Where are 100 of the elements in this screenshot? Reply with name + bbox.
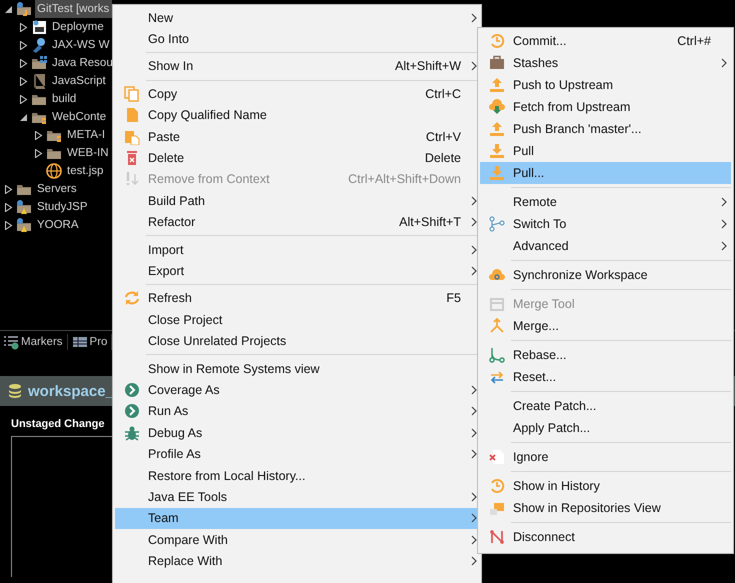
collapsed-arrow-icon[interactable] [18,58,28,68]
view-tab[interactable]: Markers [3,334,68,350]
database-icon [7,383,23,399]
menu-item[interactable]: Push Branch 'master'... [480,118,731,140]
menu-item[interactable]: Stashes [480,52,731,74]
shortcut: F5 [446,291,462,306]
menu-item[interactable]: Run As [115,400,481,422]
menu-item[interactable]: Push to Upstream [480,74,731,96]
collapsed-arrow-icon[interactable] [4,184,12,194]
descriptor-icon [31,19,47,35]
tree-item[interactable]: Java Resou [50,54,112,72]
tree-item[interactable]: Servers [35,180,112,198]
view-tab[interactable]: Pro [72,334,112,350]
upload-icon [488,121,504,137]
cloud-sync-icon [488,267,504,283]
menu-item[interactable]: Refresh F5 [115,288,481,310]
ignored-file-icon [488,449,504,465]
menu-item[interactable]: Java EE Tools [115,486,481,508]
menu-item[interactable]: Import [115,238,481,260]
history-icon [488,33,504,49]
bug-icon [124,424,140,441]
copy-icon [124,86,140,102]
list-icon [3,334,19,350]
menu-item[interactable]: Show in Repositories View [480,497,731,519]
menu-item[interactable]: Commit... Ctrl+# [480,30,731,52]
menu-item[interactable]: Debug As [115,422,481,444]
menu-item[interactable]: Paste Ctrl+V [115,126,481,148]
library-folder-icon [31,55,47,71]
collapsed-arrow-icon[interactable] [34,148,42,158]
menu-item[interactable]: Show in History [480,475,731,497]
menu-item[interactable]: Replace With [115,550,481,572]
collapsed-arrow-icon[interactable] [18,22,28,32]
menu-item[interactable]: Go Into [115,28,481,50]
menu-item[interactable]: Restore from Local History... [115,464,481,486]
menu-item[interactable]: Create Patch... [480,395,731,417]
history-icon [488,478,504,494]
menu-item[interactable]: Switch To [480,213,731,235]
collapsed-arrow-icon[interactable] [34,130,42,140]
disconnect-icon [488,529,504,545]
shortcut: Ctrl+Alt+Shift+Down [348,172,462,186]
shortcut: Ctrl+C [425,86,462,101]
upload-icon [488,77,504,93]
menu-item[interactable]: Coverage As [115,379,481,401]
tree-item[interactable]: test.jsp [65,162,112,180]
collapsed-arrow-icon[interactable] [18,76,28,86]
refresh-icon [124,290,140,306]
menu-item[interactable]: Synchronize Workspace [480,264,731,286]
menu-item[interactable]: Ignore [480,446,731,468]
repository-icon [488,500,504,516]
menu-item[interactable]: Pull... [480,162,731,184]
tree-item[interactable]: build [50,90,112,108]
collapsed-arrow-icon[interactable] [4,202,12,212]
menu-item[interactable]: Compare With [115,528,481,550]
menu-item[interactable]: Refactor Alt+Shift+T [115,212,481,233]
shortcut: Ctrl+# [677,34,712,48]
menu-item[interactable]: Merge... [480,315,731,337]
tree-item[interactable]: JavaScript [50,72,112,90]
menu-item[interactable]: Show In Alt+Shift+W [115,56,481,78]
menu-item[interactable]: Disconnect [480,526,731,548]
menu-item[interactable]: Advanced [480,235,731,257]
tree-item[interactable]: META-I [65,126,112,144]
briefcase-icon [488,55,504,71]
tree-item[interactable]: Deployme [50,18,112,36]
menu-item[interactable]: Export [115,260,481,282]
menu-item[interactable]: Close Unrelated Projects [115,330,481,352]
collapsed-arrow-icon[interactable] [18,40,28,50]
menu-item[interactable]: Apply Patch... [480,417,731,439]
tree-item[interactable]: GitTest [works [35,0,112,18]
window-icon [488,296,504,312]
expanded-arrow-icon[interactable] [18,112,28,122]
collapsed-arrow-icon[interactable] [4,220,12,230]
download-icon [488,143,504,159]
paste-icon [124,128,140,145]
menu-item[interactable]: Reset... [480,366,731,388]
branch-icon [488,216,504,232]
expanded-arrow-icon[interactable] [4,4,12,14]
cloud-download-icon [488,99,504,115]
tree-item[interactable]: StudyJSP [35,198,112,216]
menu-item[interactable]: Show in Remote Systems view [115,358,481,380]
menu-item[interactable]: Remote [480,191,731,213]
tree-item[interactable]: YOORA [35,216,112,234]
menu-item[interactable]: New [115,7,481,28]
tree-item[interactable]: WEB-IN [65,144,112,162]
shortcut: Alt+Shift+T [399,215,462,230]
globe-icon [46,163,62,179]
project-warning-icon [16,199,32,215]
tree-item[interactable]: WebConte [50,108,112,126]
menu-item[interactable]: Pull [480,140,731,162]
menu-item[interactable]: Delete Delete [115,147,481,169]
menu-item[interactable]: Copy Ctrl+C [115,83,481,105]
menu-item[interactable]: Rebase... [480,344,731,366]
tree-item[interactable]: JAX-WS W [50,36,112,54]
menu-item[interactable]: Build Path [115,190,481,212]
collapsed-arrow-icon[interactable] [18,94,28,104]
view-title: workspace_ [28,382,114,400]
menu-item[interactable]: Close Project [115,309,481,330]
menu-item[interactable]: Profile As [115,443,481,465]
menu-item[interactable]: Copy Qualified Name [115,104,481,126]
shortcut: Alt+Shift+W [395,59,462,74]
menu-item[interactable]: Fetch from Upstream [480,96,731,118]
